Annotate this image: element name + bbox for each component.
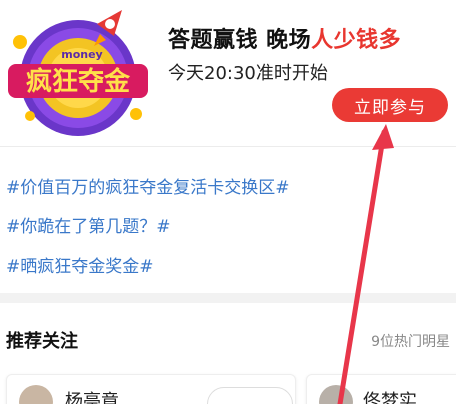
avatar[interactable] [319,385,353,404]
promo-title-highlight: 人少钱多 [311,28,402,53]
section-divider [0,293,456,303]
join-now-button[interactable]: 立即参与 [332,88,448,122]
topic-link[interactable]: #晒疯狂夺金奖金# [6,252,154,277]
promo-start-time: 今天20:30准时开始 [168,63,328,84]
topic-link[interactable]: #你跪在了第几题？# [6,212,171,237]
coin-icon [130,108,142,120]
promo-banner[interactable]: 疯狂夺金 money 答题赢钱 晚场人少钱多 今天20:30准时开始 立即参与 [0,0,456,140]
recommended-count[interactable]: 9位热门明星 [371,331,450,351]
recommended-card[interactable]: 佟梦实 [306,374,456,404]
recommended-card[interactable]: 杨亭竟 [6,374,296,404]
follow-button[interactable] [207,387,293,404]
divider [0,146,456,147]
promo-title-main: 答题赢钱 晚场 [168,28,312,53]
avatar[interactable] [19,385,53,404]
celebrity-name[interactable]: 佟梦实 [363,387,417,404]
logo-subtext: money [61,48,102,61]
recommended-follow-title: 推荐关注 [6,331,78,352]
logo-text: 疯狂夺金 [26,66,131,97]
arrow-shaft [337,129,387,404]
crazy-gold-logo[interactable]: 疯狂夺金 money [2,4,154,140]
coin-icon [13,35,27,49]
promo-title: 答题赢钱 晚场人少钱多 [168,22,401,54]
celebrity-name[interactable]: 杨亭竟 [65,387,119,404]
coin-icon [25,111,35,121]
topic-link[interactable]: #价值百万的疯狂夺金复活卡交换区# [6,173,290,198]
